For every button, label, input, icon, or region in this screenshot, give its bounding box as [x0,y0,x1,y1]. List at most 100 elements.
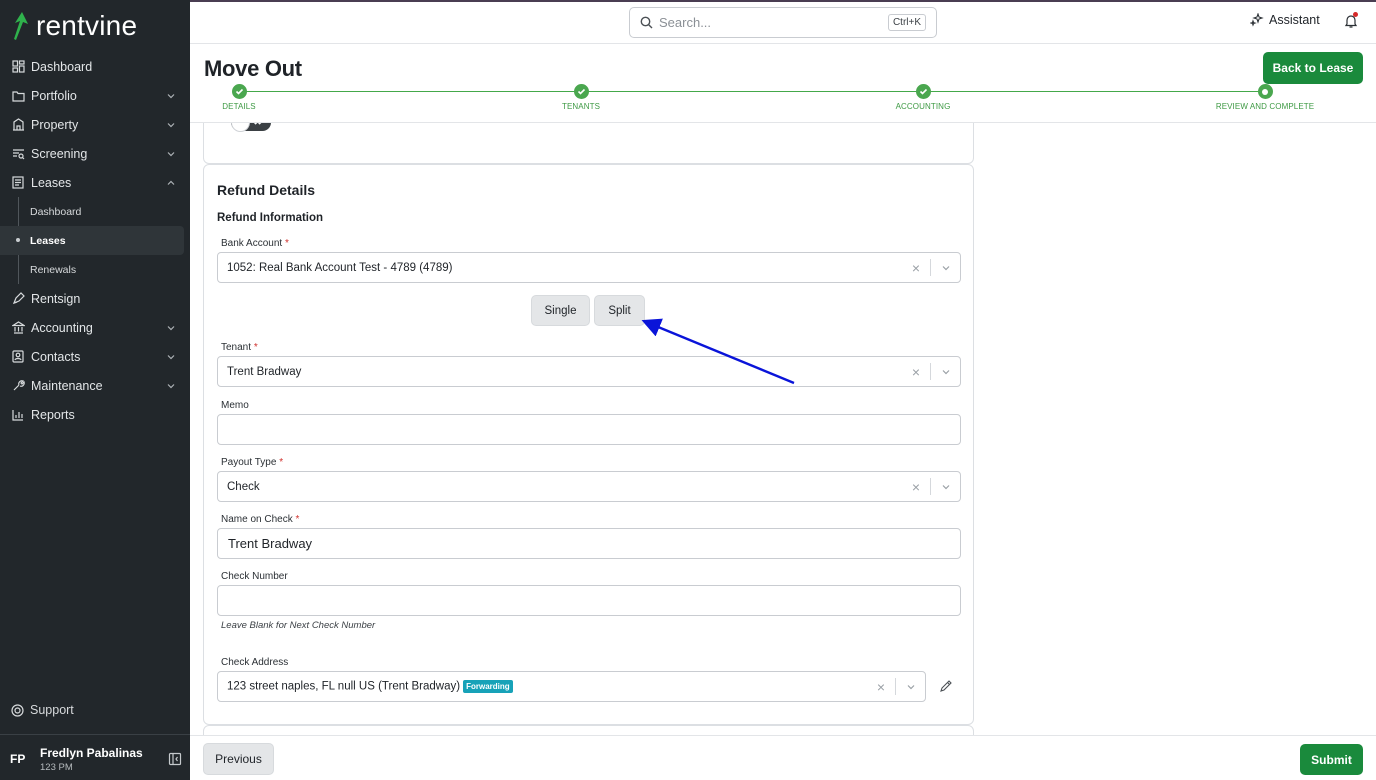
check-address-text: 123 street naples, FL null US (Trent Bra… [227,680,461,693]
clear-icon[interactable]: × [902,260,930,276]
user-info: Fredlyn Pabalinas 123 PM [40,746,168,773]
chevron-down-icon [167,354,175,359]
assistant-button[interactable]: Assistant [1250,13,1320,27]
bank-account-select[interactable]: 1052: Real Bank Account Test - 4789 (478… [217,252,961,283]
search-icon [640,16,653,29]
sidebar-item-dashboard[interactable]: Dashboard [0,52,190,81]
check-address-label: Check Address [221,657,289,668]
sidebar-item-screening[interactable]: Screening [0,139,190,168]
footer-bar: Previous Submit [190,735,1376,780]
step-label: REVIEW AND COMPLETE [1215,102,1315,111]
payout-type-value: Check [227,480,260,493]
step-accounting[interactable]: ACCOUNTING [863,84,983,111]
check-icon [915,84,931,99]
user-profile[interactable]: FP Fredlyn Pabalinas 123 PM [10,744,182,774]
chevron-down-icon[interactable] [931,367,960,377]
sidebar-item-reports[interactable]: Reports [0,400,190,429]
sidebar-item-portfolio[interactable]: Portfolio [0,81,190,110]
toggle-knob [231,123,250,132]
back-to-lease-button[interactable]: Back to Lease [1263,52,1363,84]
name-on-check-label: Name on Check * [221,514,300,525]
sidebar-item-leases[interactable]: Leases [0,168,190,197]
assistant-label: Assistant [1269,13,1320,27]
chevron-down-icon[interactable] [931,482,960,492]
clear-icon[interactable]: × [902,364,930,380]
screening-icon [11,147,25,161]
step-details[interactable]: DETAILS [179,84,299,111]
sidebar-subitem-leases[interactable]: Leases [0,226,184,255]
section-title: Refund Information [217,212,324,224]
search-placeholder: Search... [659,15,712,30]
help-icon [11,703,24,717]
bank-account-value: 1052: Real Bank Account Test - 4789 (478… [227,261,453,274]
search-shortcut: Ctrl+K [887,14,926,31]
tenant-select[interactable]: Trent Bradway × [217,356,961,387]
window-top-border [190,0,1376,2]
pencil-icon[interactable] [939,679,953,693]
user-subtitle: 123 PM [40,761,73,773]
refund-details-card: Refund Details Refund Information Bank A… [203,164,974,725]
payout-type-select[interactable]: Check × [217,471,961,502]
sidebar-item-property[interactable]: Property [0,110,190,139]
step-tenants[interactable]: TENANTS [521,84,641,111]
submit-button[interactable]: Submit [1300,744,1363,775]
building-icon [11,118,25,132]
sidebar-subitem-label: Leases [30,234,66,247]
tenant-value: Trent Bradway [227,365,302,378]
dashboard-icon [11,60,25,74]
sparkle-icon [1250,13,1264,27]
active-dot [16,238,20,242]
chevron-down-icon[interactable] [931,263,960,273]
chevron-down-icon[interactable] [896,682,925,692]
single-button[interactable]: Single [531,295,590,326]
sidebar-item-accounting[interactable]: Accounting [0,313,190,342]
next-card [203,725,974,735]
sidebar-item-contacts[interactable]: Contacts [0,342,190,371]
sidebar-item-label: Contacts [31,349,81,364]
sidebar-divider [0,734,190,735]
leases-submenu: Dashboard Leases Renewals [0,197,190,284]
name-on-check-value: Trent Bradway [228,536,313,551]
clear-icon[interactable]: × [902,479,930,495]
lease-icon [11,176,25,190]
step-label: DETAILS [222,102,256,111]
step-review-and-complete[interactable]: REVIEW AND COMPLETE [1205,84,1325,111]
avatar: FP [10,752,26,766]
clear-icon[interactable]: × [867,679,895,695]
sidebar-subitem-renewals[interactable]: Renewals [0,255,190,284]
rentvine-logo[interactable]: rentvine [12,10,137,42]
chevron-down-icon [167,325,175,330]
sidebar-subitem-dashboard[interactable]: Dashboard [0,197,190,226]
topbar: Search... Ctrl+K Assistant [190,0,1376,44]
payout-type-label: Payout Type * [221,457,284,468]
user-name: Fredlyn Pabalinas [40,745,143,760]
memo-label: Memo [221,400,249,411]
previous-button[interactable]: Previous [203,743,274,775]
sidebar-item-maintenance[interactable]: Maintenance [0,371,190,400]
check-number-input[interactable] [217,585,961,616]
bank-icon [11,321,25,335]
sidebar-item-rentsign[interactable]: Rentsign [0,284,190,313]
close-icon: ✖ [253,123,262,128]
toggle-switch[interactable]: ✖ [231,123,271,132]
leaf-icon [14,12,28,40]
split-button[interactable]: Split [594,295,645,326]
page-title: Move Out [204,56,302,81]
name-on-check-input[interactable]: Trent Bradway [217,528,961,559]
pen-icon [11,292,25,306]
contacts-icon [11,350,25,364]
collapse-sidebar-icon[interactable] [168,752,182,766]
wrench-icon [11,379,25,393]
check-address-select[interactable]: 123 street naples, FL null US (Trent Bra… [217,671,926,702]
memo-input[interactable] [217,414,961,445]
stepper-line [239,91,1265,92]
bank-account-label: Bank Account * [221,238,289,249]
sidebar: rentvine Dashboard Portfolio Property Sc… [0,0,190,780]
support-label: Support [30,703,74,717]
chevron-down-icon [167,151,175,156]
sidebar-item-label: Property [31,117,79,132]
search-input[interactable]: Search... Ctrl+K [629,7,937,38]
step-label: ACCOUNTING [895,102,951,111]
chevron-down-icon [167,93,175,98]
support-link[interactable]: Support [11,703,74,717]
